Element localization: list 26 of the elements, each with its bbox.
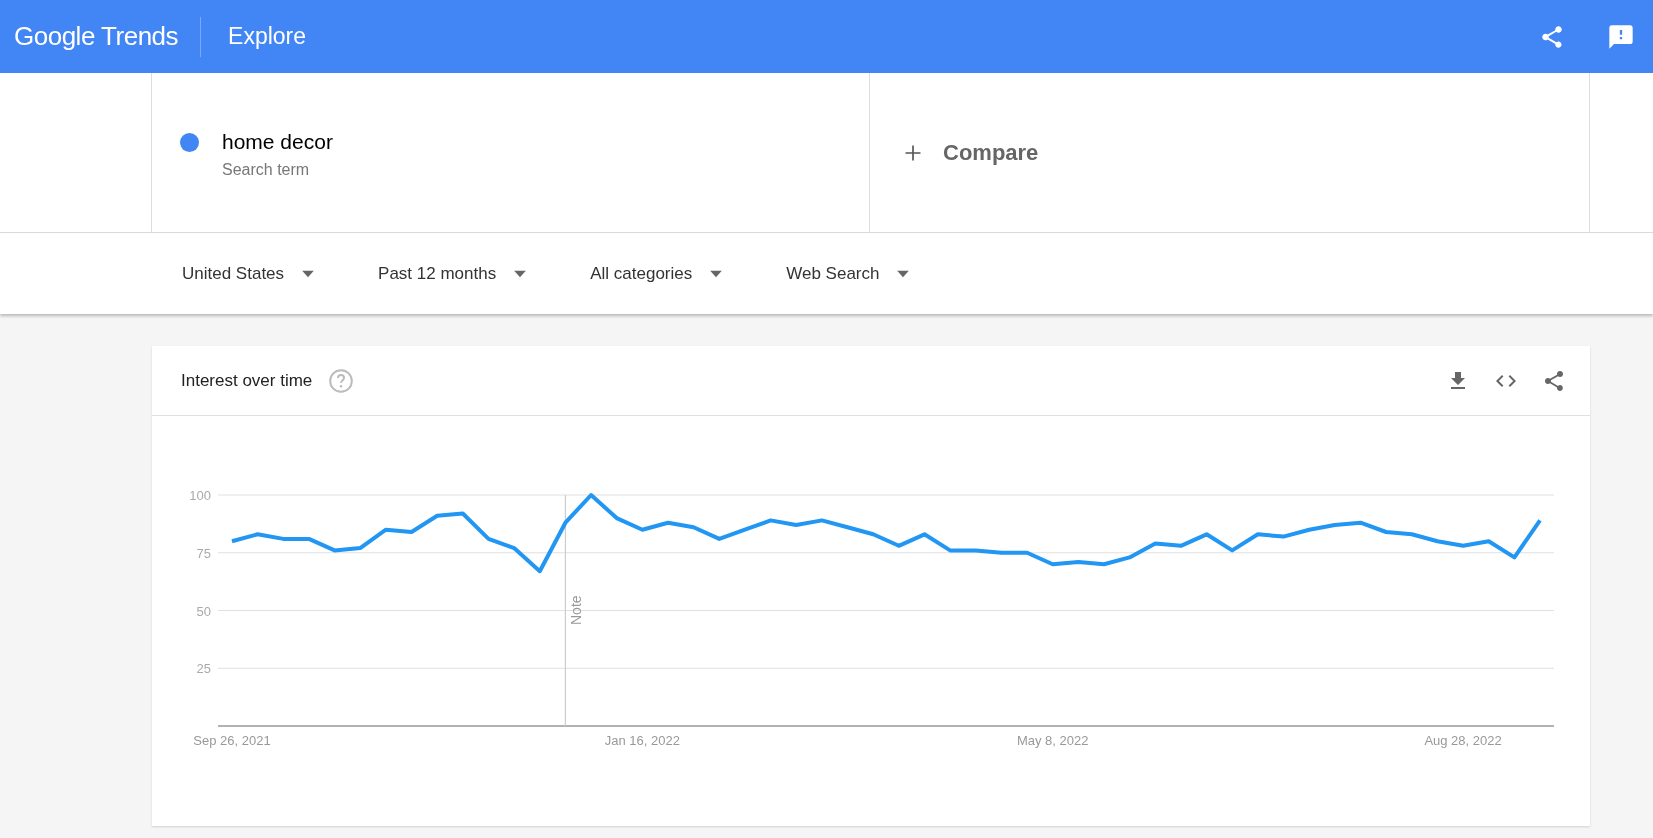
x-axis-label: Aug 28, 2022: [1424, 733, 1502, 748]
search-term[interactable]: home decor: [222, 126, 333, 158]
logo[interactable]: Google Trends: [0, 17, 201, 56]
compare-button[interactable]: Compare: [903, 136, 1039, 169]
share-icon: [1539, 23, 1565, 50]
share-button[interactable]: [1539, 23, 1565, 50]
y-axis-label: 100: [189, 488, 211, 503]
x-axis-label: Jan 16, 2022: [604, 733, 680, 748]
filter-dropdown[interactable]: All categories: [590, 252, 727, 295]
y-axis-label: 25: [196, 661, 211, 677]
page-title: Explore: [227, 22, 307, 52]
help-icon: [328, 367, 355, 394]
filter-dropdown[interactable]: Web Search: [786, 252, 914, 295]
x-axis-label: May 8, 2022: [1016, 733, 1089, 748]
x-axis-label: Sep 26, 2021: [193, 733, 271, 748]
card-title: Interest over time: [181, 369, 313, 392]
y-axis-label: 75: [196, 545, 211, 561]
feedback-button[interactable]: [1607, 22, 1635, 51]
y-axis-label: 50: [196, 603, 211, 619]
note-label: Note: [568, 595, 585, 625]
term-type-label: Search term: [222, 159, 311, 180]
filter-dropdown[interactable]: United States: [182, 252, 319, 295]
feedback-icon: [1607, 22, 1635, 51]
share-icon: [1542, 368, 1566, 393]
filter-dropdown[interactable]: Past 12 months: [378, 252, 531, 295]
share-button[interactable]: [1542, 368, 1566, 393]
